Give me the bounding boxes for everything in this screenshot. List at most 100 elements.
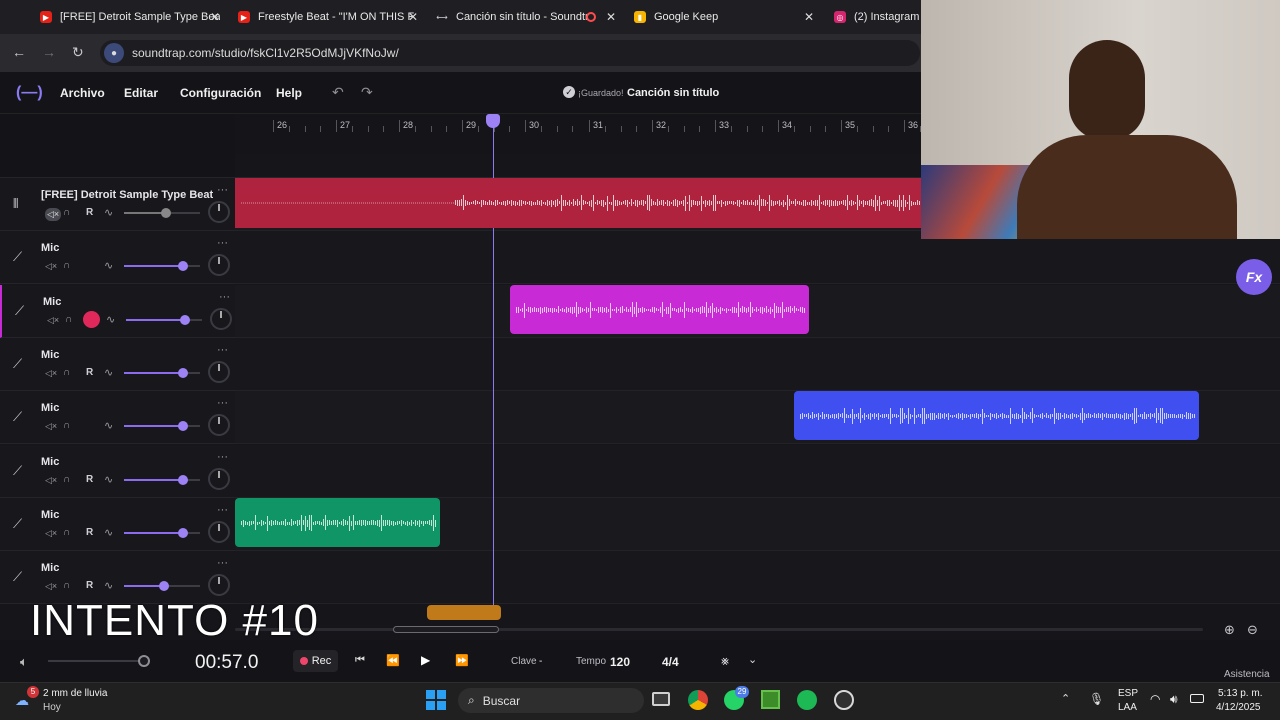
- pan-knob[interactable]: [208, 521, 230, 543]
- undo-icon[interactable]: ↶: [332, 84, 344, 101]
- zoom-in-icon[interactable]: ⊕: [1224, 622, 1235, 638]
- track-header[interactable]: ⟋ Mic ··· ◁× ∩ ∿: [0, 231, 235, 284]
- track-name[interactable]: [FREE] Detroit Sample Type Beat ...: [41, 189, 213, 201]
- close-tab-icon[interactable]: ✕: [210, 10, 220, 24]
- more-options-icon[interactable]: ···: [217, 237, 228, 249]
- effects-icon[interactable]: ∿: [104, 206, 113, 219]
- record-arm-button[interactable]: R: [86, 474, 93, 485]
- key-label[interactable]: Clave: [511, 656, 537, 667]
- tempo-label[interactable]: Tempo: [576, 656, 606, 667]
- track-header[interactable]: ⟋ Mic ··· ◁× ∩ R ∿: [0, 498, 235, 551]
- mute-icon[interactable]: ◁×: [45, 475, 57, 486]
- tab-soundtrap[interactable]: ⟷ Canción sin título - Soundtr ✕: [436, 4, 616, 30]
- fx-button[interactable]: Fx: [1236, 259, 1272, 295]
- more-options-icon[interactable]: ···: [217, 397, 228, 409]
- volume-slider[interactable]: [124, 475, 200, 485]
- wifi-icon[interactable]: ◠: [1150, 692, 1160, 706]
- more-options-icon[interactable]: ···: [217, 557, 228, 569]
- track-name[interactable]: Mic: [41, 562, 213, 574]
- volume-knob[interactable]: [178, 421, 188, 431]
- track-name[interactable]: Mic: [41, 242, 213, 254]
- mute-icon[interactable]: ◁×: [45, 208, 62, 221]
- solo-icon[interactable]: ∩: [63, 207, 70, 218]
- obs-icon[interactable]: [834, 690, 854, 710]
- volume-slider[interactable]: [124, 261, 200, 271]
- redo-icon[interactable]: ↷: [361, 84, 373, 101]
- assistance-link[interactable]: Asistencia: [1224, 669, 1270, 680]
- tab-instagram[interactable]: ◎ (2) Instagram: [834, 4, 920, 30]
- volume-slider[interactable]: [126, 315, 202, 325]
- effects-icon[interactable]: ∿: [104, 366, 113, 379]
- track-name[interactable]: Mic: [43, 296, 215, 308]
- tab-youtube-freestyle[interactable]: ▶ Freestyle Beat - "I'M ON THIS F ✕: [238, 4, 418, 30]
- pan-knob[interactable]: [208, 468, 230, 490]
- volume-knob[interactable]: [178, 261, 188, 271]
- headphones-icon[interactable]: ∩: [63, 260, 70, 271]
- site-info-icon[interactable]: ●: [104, 43, 124, 63]
- volume-knob[interactable]: [178, 528, 188, 538]
- headphones-icon[interactable]: ∩: [63, 474, 70, 485]
- volume-knob[interactable]: [178, 368, 188, 378]
- audio-clip[interactable]: [235, 498, 440, 547]
- soundtrap-logo-icon[interactable]: (—): [16, 84, 43, 102]
- minecraft-icon[interactable]: [761, 690, 780, 709]
- close-tab-icon[interactable]: ✕: [804, 10, 814, 24]
- mute-icon[interactable]: ◁×: [45, 261, 57, 272]
- headphones-icon[interactable]: ∩: [65, 314, 72, 325]
- volume-knob[interactable]: [178, 475, 188, 485]
- chevron-down-icon[interactable]: ⌄: [748, 653, 757, 666]
- master-volume-icon[interactable]: 🔈︎: [20, 654, 28, 670]
- battery-icon[interactable]: [1190, 694, 1204, 703]
- skip-start-icon[interactable]: ⏮: [355, 654, 365, 667]
- clock-time[interactable]: 5:13 p. m.: [1218, 688, 1262, 699]
- pan-knob[interactable]: [208, 254, 230, 276]
- back-icon[interactable]: ←: [12, 44, 26, 60]
- volume-slider[interactable]: [124, 581, 200, 591]
- playhead-handle[interactable]: [486, 114, 500, 128]
- horizontal-scrollbar-track[interactable]: [235, 628, 1203, 631]
- headphones-icon[interactable]: ∩: [63, 367, 70, 378]
- rewind-icon[interactable]: ⏪: [386, 654, 400, 667]
- address-bar[interactable]: ● soundtrap.com/studio/fskCl1v2R5OdMJjVK…: [100, 40, 920, 66]
- effects-icon[interactable]: ∿: [104, 579, 113, 592]
- tab-google-keep[interactable]: ▮ Google Keep ✕: [634, 4, 814, 30]
- weather-line1[interactable]: 2 mm de lluvia: [43, 688, 107, 699]
- audio-clip[interactable]: [510, 285, 809, 334]
- close-tab-icon[interactable]: ✕: [606, 10, 616, 24]
- pan-knob[interactable]: [208, 574, 230, 596]
- track-name[interactable]: Mic: [41, 349, 213, 361]
- master-volume-slider[interactable]: [48, 660, 144, 662]
- volume-slider[interactable]: [124, 528, 200, 538]
- forward-icon[interactable]: →: [42, 44, 56, 60]
- zoom-out-icon[interactable]: ⊖: [1247, 622, 1258, 638]
- effects-icon[interactable]: ∿: [104, 419, 113, 432]
- pan-knob[interactable]: [208, 361, 230, 383]
- mute-icon[interactable]: ◁×: [45, 368, 57, 379]
- record-arm-button[interactable]: R: [86, 367, 93, 378]
- headphones-icon[interactable]: ∩: [63, 420, 70, 431]
- track-lane[interactable]: [235, 445, 1280, 498]
- clock-date[interactable]: 4/12/2025: [1216, 702, 1261, 713]
- more-options-icon[interactable]: ···: [217, 504, 228, 516]
- volume-knob[interactable]: [180, 315, 190, 325]
- more-options-icon[interactable]: ···: [219, 291, 230, 303]
- reload-icon[interactable]: ↻: [72, 44, 84, 61]
- key-value[interactable]: -: [539, 656, 542, 667]
- record-arm-button[interactable]: R: [86, 580, 93, 591]
- close-tab-icon[interactable]: ✕: [408, 10, 418, 24]
- pan-knob[interactable]: [208, 201, 230, 223]
- audio-clip[interactable]: [235, 178, 925, 228]
- track-name[interactable]: Mic: [41, 456, 213, 468]
- more-options-icon[interactable]: ···: [217, 344, 228, 356]
- more-options-icon[interactable]: ···: [217, 451, 228, 463]
- chevron-up-icon[interactable]: ⌃: [1061, 692, 1070, 705]
- tempo-value[interactable]: 120: [610, 655, 630, 669]
- mute-icon[interactable]: ◁×: [45, 421, 57, 432]
- mute-icon[interactable]: ◁×: [47, 315, 59, 326]
- pan-knob[interactable]: [208, 414, 230, 436]
- mute-icon[interactable]: ◁×: [45, 528, 57, 539]
- track-header[interactable]: ⟋ Mic ··· ◁× ∩ R ∿: [0, 445, 235, 498]
- effects-icon[interactable]: ∿: [104, 526, 113, 539]
- menu-configuracion[interactable]: Configuración: [180, 86, 261, 100]
- task-view-icon[interactable]: [652, 692, 670, 706]
